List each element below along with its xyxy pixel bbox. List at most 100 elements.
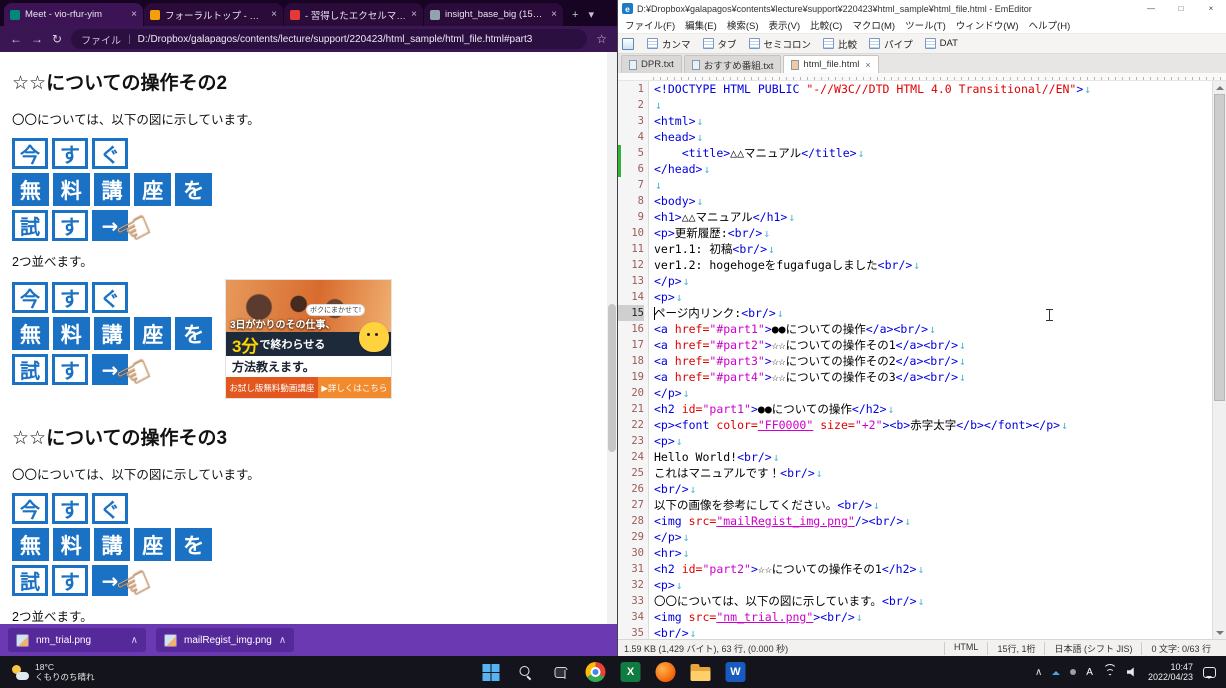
document-tab[interactable]: おすすめ番組.txt xyxy=(684,55,782,73)
forward-icon[interactable]: → xyxy=(31,32,43,46)
tab-close-icon[interactable]: × xyxy=(411,9,417,20)
line-number[interactable]: 28 xyxy=(618,513,644,529)
line-number[interactable]: 31 xyxy=(618,561,644,577)
code-pane[interactable]: <!DOCTYPE HTML PUBLIC "-//W3C//DTD HTML … xyxy=(649,81,1212,639)
csv-toolbar-button[interactable]: DAT xyxy=(920,35,963,53)
editor-scrollbar[interactable] xyxy=(1212,81,1226,639)
menu-item[interactable]: 検索(S) xyxy=(722,18,764,32)
browser-tab[interactable]: - 習得したエクセルマクロを使いこな...× xyxy=(284,3,423,26)
url-field[interactable]: ファイル | D:/Dropbox/galapagos/contents/lec… xyxy=(71,29,587,49)
task-view-button[interactable] xyxy=(548,659,574,685)
line-number[interactable]: 12 xyxy=(618,257,644,273)
line-number[interactable]: 17 xyxy=(618,337,644,353)
wifi-icon[interactable] xyxy=(1103,667,1117,678)
start-button[interactable] xyxy=(478,659,504,685)
line-number[interactable]: 13 xyxy=(618,273,644,289)
line-number[interactable]: 27 xyxy=(618,497,644,513)
browser-tab[interactable]: Meet - vio-rfur-yim× xyxy=(4,3,143,26)
document-tab[interactable]: html_file.html× xyxy=(783,55,878,73)
download-chip[interactable]: mailRegist_img.png∧ xyxy=(156,628,294,652)
tab-close-icon[interactable]: × xyxy=(131,9,137,20)
download-chip[interactable]: nm_trial.png∧ xyxy=(8,628,146,652)
scroll-down-arrow[interactable] xyxy=(1213,626,1226,639)
line-number[interactable]: 19 xyxy=(618,369,644,385)
document-tab[interactable]: DPR.txt xyxy=(621,55,682,73)
line-number[interactable]: 7 xyxy=(618,177,644,193)
browser-scrollbar[interactable] xyxy=(607,52,617,624)
line-number[interactable]: 34 xyxy=(618,609,644,625)
line-number[interactable]: 26 xyxy=(618,481,644,497)
line-number[interactable]: 30 xyxy=(618,545,644,561)
menu-item[interactable]: 表示(V) xyxy=(763,18,805,32)
line-number[interactable]: 15 xyxy=(618,305,644,321)
csv-toolbar-button[interactable]: セミコロン xyxy=(744,35,817,53)
tray-app-icon[interactable] xyxy=(1052,667,1060,675)
line-number[interactable]: 33 xyxy=(618,593,644,609)
file-explorer-button[interactable] xyxy=(688,659,714,685)
csv-toolbar-button[interactable]: 比較 xyxy=(818,35,862,53)
minimize-button[interactable]: — xyxy=(1136,0,1166,17)
scroll-up-arrow[interactable] xyxy=(1213,81,1226,94)
line-number[interactable]: 20 xyxy=(618,385,644,401)
line-number[interactable]: 25 xyxy=(618,465,644,481)
hidden-icons-chevron[interactable]: ∧ xyxy=(1035,667,1042,678)
line-number[interactable]: 21 xyxy=(618,401,644,417)
bookmark-star-icon[interactable]: ☆ xyxy=(596,32,607,46)
line-number[interactable]: 22 xyxy=(618,417,644,433)
search-button[interactable] xyxy=(513,659,539,685)
line-number[interactable]: 10 xyxy=(618,225,644,241)
line-number[interactable]: 18 xyxy=(618,353,644,369)
word-app-button[interactable]: W xyxy=(723,659,749,685)
line-number[interactable]: 11 xyxy=(618,241,644,257)
editor-scrollbar-thumb[interactable] xyxy=(1214,94,1225,401)
line-number[interactable]: 29 xyxy=(618,529,644,545)
maximize-button[interactable]: □ xyxy=(1166,0,1196,17)
line-number[interactable]: 23 xyxy=(618,433,644,449)
line-number[interactable]: 4 xyxy=(618,129,644,145)
line-number[interactable]: 16 xyxy=(618,321,644,337)
menu-item[interactable]: 編集(E) xyxy=(680,18,722,32)
volume-icon[interactable] xyxy=(1127,667,1138,677)
taskbar-weather-widget[interactable]: 18°C くもりのち晴れ xyxy=(0,662,107,682)
line-number[interactable]: 32 xyxy=(618,577,644,593)
csv-toolbar-button[interactable]: カンマ xyxy=(642,35,696,53)
excel-app-button[interactable]: X xyxy=(618,659,644,685)
tab-close-icon[interactable]: × xyxy=(551,9,557,20)
browser-tab[interactable]: insight_base_big (1500×550)× xyxy=(424,3,563,26)
line-number[interactable]: 6 xyxy=(618,161,644,177)
tab-list-chevron-icon[interactable]: ▾ xyxy=(588,8,594,21)
line-number[interactable]: 14 xyxy=(618,289,644,305)
line-number[interactable]: 9 xyxy=(618,209,644,225)
tray-app-icon[interactable] xyxy=(1070,669,1076,675)
line-number[interactable]: 24 xyxy=(618,449,644,465)
tab-close-icon[interactable]: × xyxy=(271,9,277,20)
menu-item[interactable]: マクロ(M) xyxy=(847,18,900,32)
line-number[interactable]: 35 xyxy=(618,625,644,639)
line-number[interactable]: 8 xyxy=(618,193,644,209)
chevron-up-icon[interactable]: ∧ xyxy=(131,635,138,646)
browser-scrollbar-thumb[interactable] xyxy=(608,304,616,453)
menu-item[interactable]: ヘルプ(H) xyxy=(1024,18,1076,32)
close-button[interactable]: × xyxy=(1196,0,1226,17)
new-tab-button[interactable]: + xyxy=(572,9,578,21)
menu-item[interactable]: ウィンドウ(W) xyxy=(951,18,1024,32)
orange-app-button[interactable] xyxy=(653,659,679,685)
ime-language-indicator[interactable]: A xyxy=(1086,667,1093,678)
csv-toolbar-button[interactable]: タブ xyxy=(698,35,742,53)
menu-item[interactable]: ツール(T) xyxy=(900,18,951,32)
notification-center-icon[interactable] xyxy=(1203,667,1216,678)
menu-item[interactable]: ファイル(F) xyxy=(620,18,680,32)
line-number[interactable]: 3 xyxy=(618,113,644,129)
back-icon[interactable]: ← xyxy=(10,32,22,46)
tab-close-icon[interactable]: × xyxy=(865,60,870,70)
line-number[interactable]: 2 xyxy=(618,97,644,113)
browser-tab[interactable]: フォーラルトップ - パソコン仕事５倍...× xyxy=(144,3,283,26)
taskbar-clock[interactable]: 10:47 2022/04/23 xyxy=(1148,662,1193,683)
browser-app-button[interactable] xyxy=(583,659,609,685)
chevron-up-icon[interactable]: ∧ xyxy=(279,635,286,646)
reload-icon[interactable]: ↻ xyxy=(52,32,62,46)
menu-item[interactable]: 比較(C) xyxy=(805,18,847,32)
line-number[interactable]: 1 xyxy=(618,81,644,97)
line-number[interactable]: 5 xyxy=(618,145,644,161)
document-mode-icon[interactable] xyxy=(622,38,634,50)
